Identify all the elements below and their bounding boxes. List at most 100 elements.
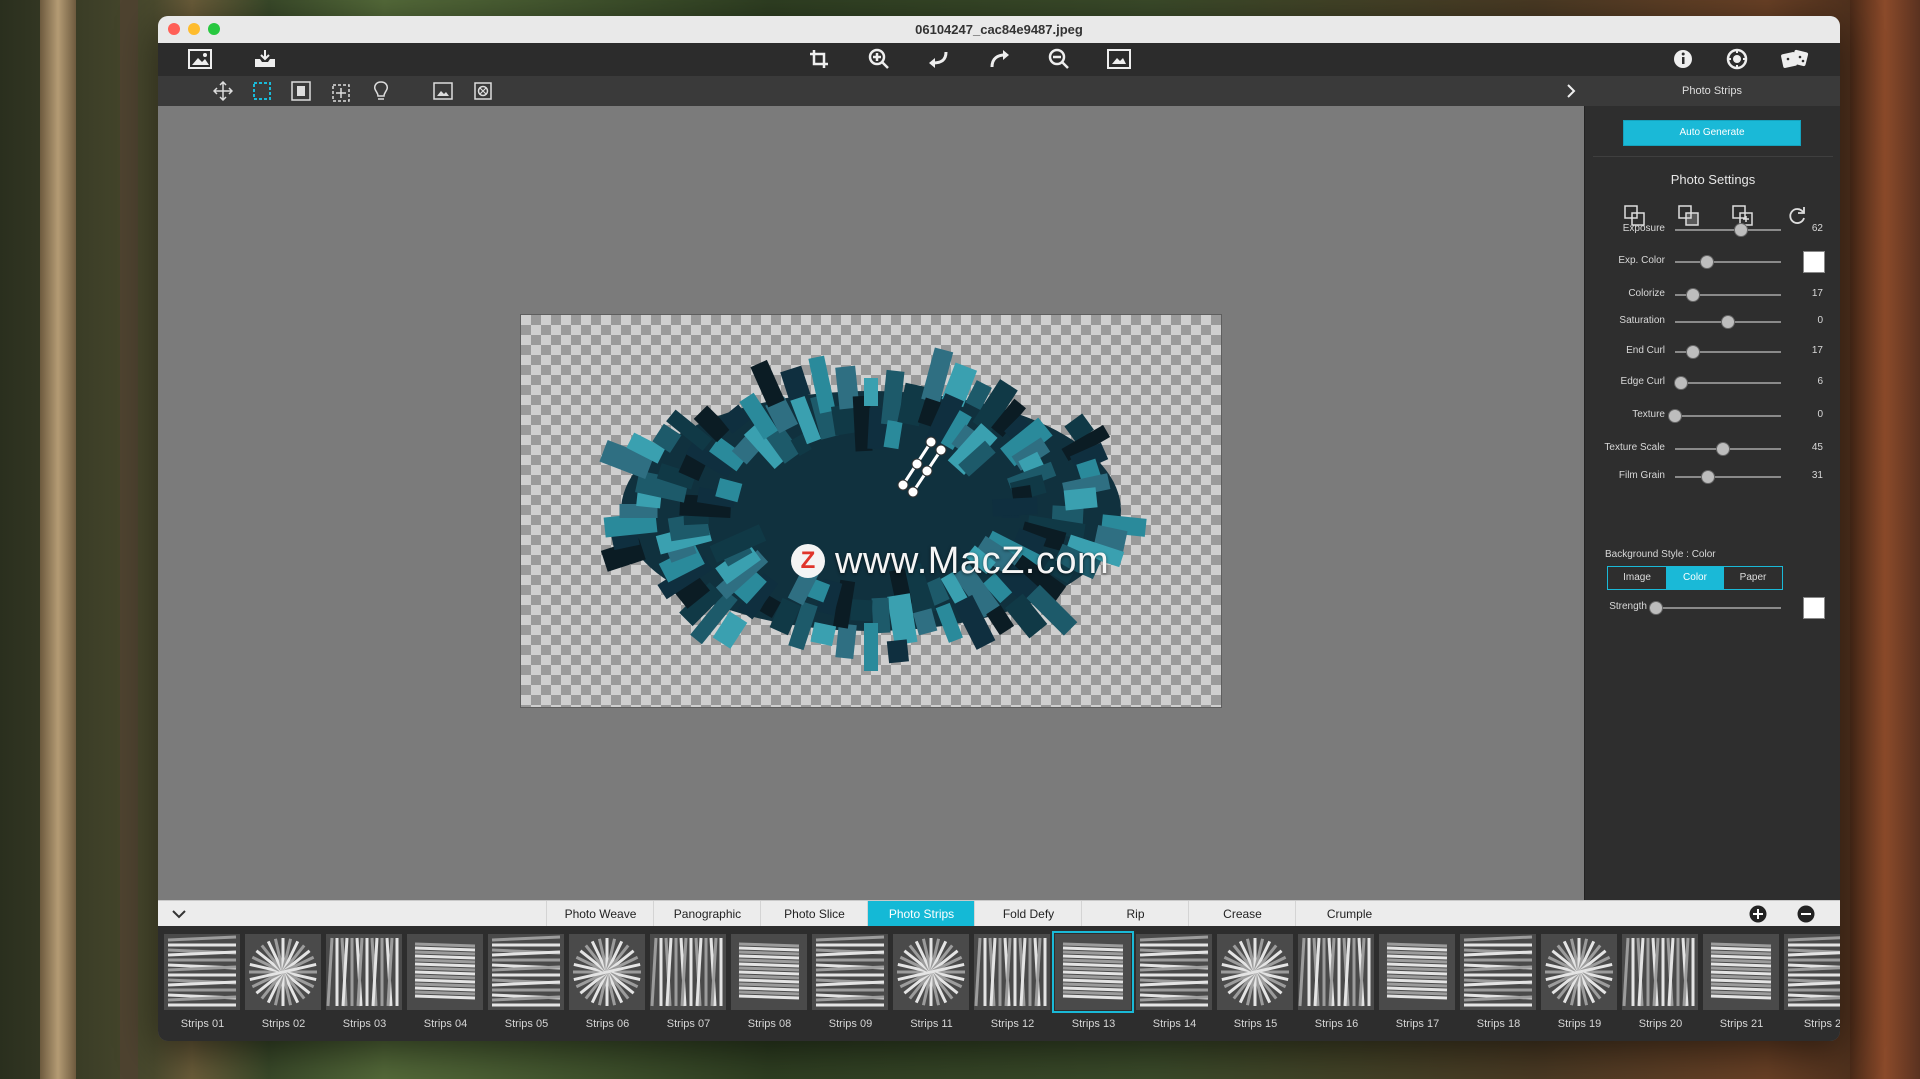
slider-thumb[interactable] [1715, 442, 1730, 456]
preset-preview-stroke [167, 965, 237, 972]
open-image-icon[interactable] [185, 44, 215, 74]
preset-thumbnail[interactable] [1052, 931, 1134, 1013]
preset-preview-stroke [1062, 990, 1124, 996]
dice-random-icon[interactable] [1780, 44, 1810, 74]
preset-preview-stroke [1386, 978, 1448, 984]
preset-preview-stroke [1139, 935, 1209, 942]
tab-photo-strips[interactable]: Photo Strips [867, 901, 975, 927]
tab-fold-defy[interactable]: Fold Defy [974, 901, 1082, 927]
preset-thumbnail[interactable] [1784, 934, 1840, 1010]
tab-photo-weave[interactable]: Photo Weave [546, 901, 654, 927]
move-tool-icon[interactable] [208, 76, 238, 106]
remove-preset-icon[interactable] [1791, 899, 1821, 929]
preset-thumbnail[interactable] [245, 934, 321, 1010]
preset-thumbnail[interactable] [731, 934, 807, 1010]
slider-label: Texture Scale [1604, 442, 1665, 453]
slider-track[interactable] [1675, 415, 1781, 417]
slider-track[interactable] [1675, 476, 1781, 478]
select-rectangle-icon[interactable] [247, 76, 277, 106]
preset-thumbnail[interactable] [1136, 934, 1212, 1010]
slider-thumb[interactable] [1721, 315, 1735, 329]
add-select-icon[interactable] [326, 76, 356, 106]
tab-rip[interactable]: Rip [1081, 901, 1189, 927]
info-icon[interactable] [1668, 44, 1698, 74]
preset-thumbnail[interactable] [326, 934, 402, 1010]
preset-preview-stroke [1710, 954, 1772, 960]
preset-preview-stroke [738, 994, 800, 1000]
bg-option-color[interactable]: Color [1666, 567, 1724, 589]
add-preset-icon[interactable] [1743, 899, 1773, 929]
preset-thumbnail[interactable] [488, 934, 564, 1010]
slider-thumb[interactable] [1668, 409, 1682, 423]
undo-icon[interactable] [924, 44, 954, 74]
slider-track[interactable] [1675, 261, 1781, 263]
preset-thumbnail[interactable] [569, 934, 645, 1010]
preset-label: Strips 15 [1233, 1018, 1278, 1030]
save-export-icon[interactable] [250, 44, 280, 74]
bg-option-paper[interactable]: Paper [1724, 567, 1782, 589]
slider-thumb[interactable] [1733, 223, 1748, 237]
preset-thumbnail[interactable] [1541, 934, 1617, 1010]
strength-color-swatch[interactable] [1803, 597, 1825, 619]
strength-track[interactable] [1649, 607, 1781, 609]
redo-icon[interactable] [984, 44, 1014, 74]
preset-thumbnail[interactable] [1217, 934, 1293, 1010]
clear-icon[interactable] [468, 76, 498, 106]
preset-thumbnail[interactable] [164, 934, 240, 1010]
preset-label: Strips 16 [1314, 1018, 1359, 1030]
preset-thumbnail[interactable] [1298, 934, 1374, 1010]
slider-thumb[interactable] [1700, 470, 1715, 484]
preset-label: Strips 14 [1152, 1018, 1197, 1030]
preset-thumbnail[interactable] [1622, 934, 1698, 1010]
zoom-in-icon[interactable] [864, 44, 894, 74]
preset-thumbnail[interactable] [812, 934, 888, 1010]
preset-preview-stroke [815, 950, 885, 957]
preset-preview-stroke [1062, 986, 1124, 992]
slider-row: End Curl 17 [1585, 340, 1840, 364]
slider-thumb[interactable] [1686, 288, 1701, 302]
slider-thumb[interactable] [1686, 345, 1701, 359]
slider-track[interactable] [1675, 229, 1781, 231]
tab-panographic[interactable]: Panographic [653, 901, 761, 927]
preset-preview-stroke [167, 980, 237, 987]
strength-thumb[interactable] [1649, 601, 1663, 615]
preset-thumbnail[interactable] [893, 934, 969, 1010]
preset-preview-icon [815, 935, 885, 1007]
tab-crumple[interactable]: Crumple [1295, 901, 1403, 927]
slider-track[interactable] [1675, 382, 1781, 384]
preset-thumbnail[interactable] [974, 934, 1050, 1010]
preset-thumbnail[interactable] [650, 934, 726, 1010]
tab-photo-slice[interactable]: Photo Slice [760, 901, 868, 927]
fit-to-screen-icon[interactable] [1104, 44, 1134, 74]
image-icon[interactable] [428, 76, 458, 106]
fit-select-icon[interactable] [286, 76, 316, 106]
tab-crease[interactable]: Crease [1188, 901, 1296, 927]
preset-label: Strips 02 [261, 1018, 306, 1030]
crop-icon[interactable] [804, 44, 834, 74]
settings-icon[interactable] [1722, 44, 1752, 74]
preset-label: Strips 18 [1476, 1018, 1521, 1030]
preset-preview-icon [1463, 935, 1533, 1007]
preset-preview-stroke [738, 970, 800, 976]
preset-preview-stroke [1386, 986, 1448, 992]
auto-generate-button[interactable]: Auto Generate [1623, 120, 1801, 146]
slider-label: Film Grain [1618, 470, 1665, 481]
slider-thumb[interactable] [1674, 376, 1689, 390]
collapse-panel-chevron-icon[interactable] [1556, 76, 1586, 106]
preset-thumbnail[interactable] [1379, 934, 1455, 1010]
transform-handle[interactable] [891, 430, 951, 500]
bg-option-image[interactable]: Image [1608, 567, 1666, 589]
preset-preview-stroke [326, 937, 334, 1007]
exposure-color-swatch[interactable] [1803, 251, 1825, 273]
preset-thumbnail[interactable] [1703, 934, 1779, 1010]
preset-preview-stroke [1139, 965, 1209, 972]
zoom-out-icon[interactable] [1044, 44, 1074, 74]
collapse-presets-chevron-icon[interactable] [164, 899, 194, 929]
lightbulb-icon[interactable] [366, 76, 396, 106]
canvas-area[interactable]: Z www.MacZ.com [158, 106, 1584, 900]
slider-thumb[interactable] [1699, 255, 1714, 269]
preset-thumbnail[interactable] [407, 934, 483, 1010]
photo-preview[interactable]: Z www.MacZ.com [520, 314, 1222, 708]
preset-thumbnail[interactable] [1460, 934, 1536, 1010]
preset-preview-stroke [1062, 950, 1124, 956]
